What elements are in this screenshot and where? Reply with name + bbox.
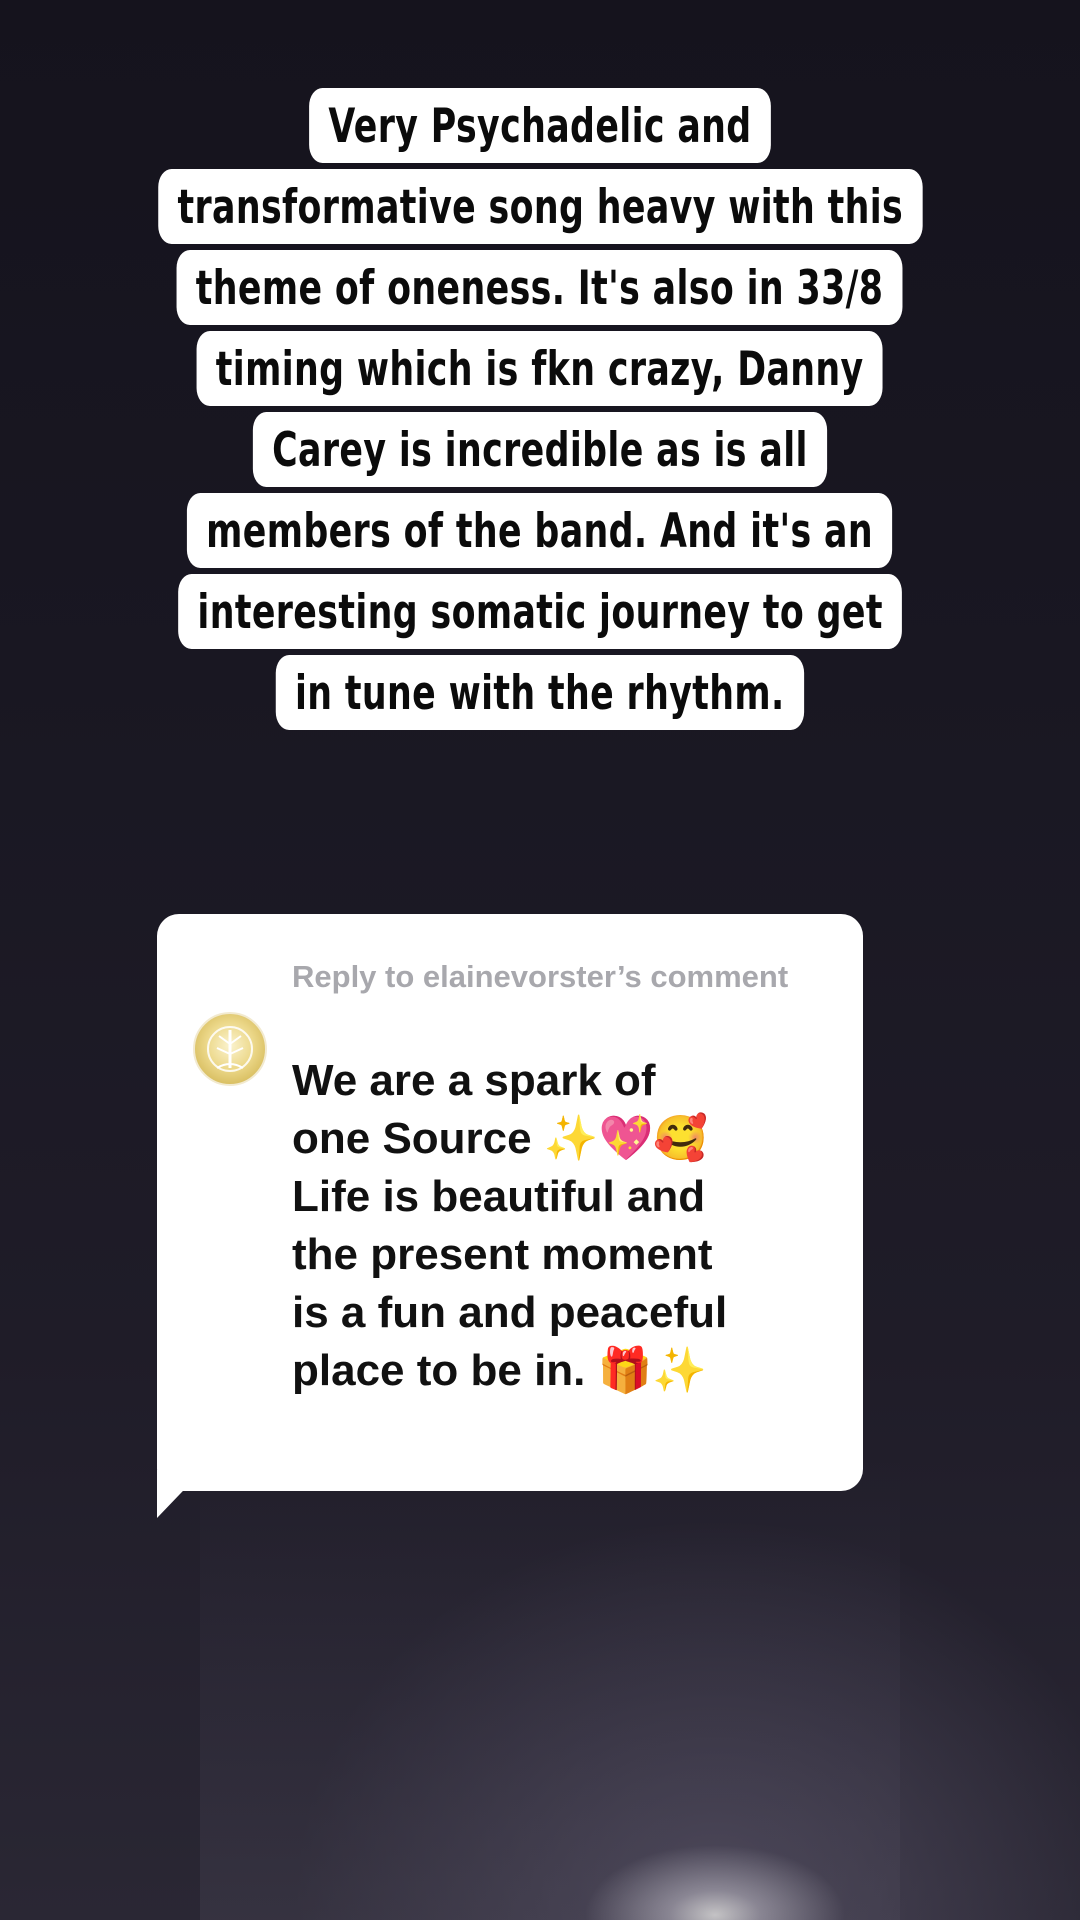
commenter-avatar[interactable] [193,1012,267,1086]
caption-line: transformative song heavy with this [157,169,923,244]
comment-line: the present moment [292,1230,713,1279]
caption-line: interesting somatic journey to get [178,574,902,649]
comment-line: We are a spark of [292,1056,656,1105]
comment-line: Life is beautiful and [292,1172,706,1221]
video-caption: Very Psychadelic and transformative song… [0,88,1080,736]
caption-line: timing which is fkn crazy, Danny [196,331,884,406]
caption-line: members of the band. And it's an [187,493,893,568]
comment-line: one Source ✨💖🥰 [292,1114,709,1163]
caption-line: theme of oneness. It's also in 33/8 [176,250,904,325]
background-glow [200,1460,900,1920]
caption-line: Very Psychadelic and [309,88,771,163]
comment-line: is a fun and peaceful [292,1288,728,1337]
reply-comment-sticker[interactable]: Reply to elainevorster’s comment We are … [157,914,863,1491]
reply-to-label: Reply to elainevorster’s comment [292,959,789,994]
tree-of-life-icon [207,1026,253,1072]
reply-comment-text: We are a spark of one Source ✨💖🥰 Life is… [292,1052,852,1400]
comment-line: place to be in. 🎁✨ [292,1346,708,1395]
caption-line: Carey is incredible as is all [252,412,828,487]
caption-line: in tune with the rhythm. [275,655,805,730]
